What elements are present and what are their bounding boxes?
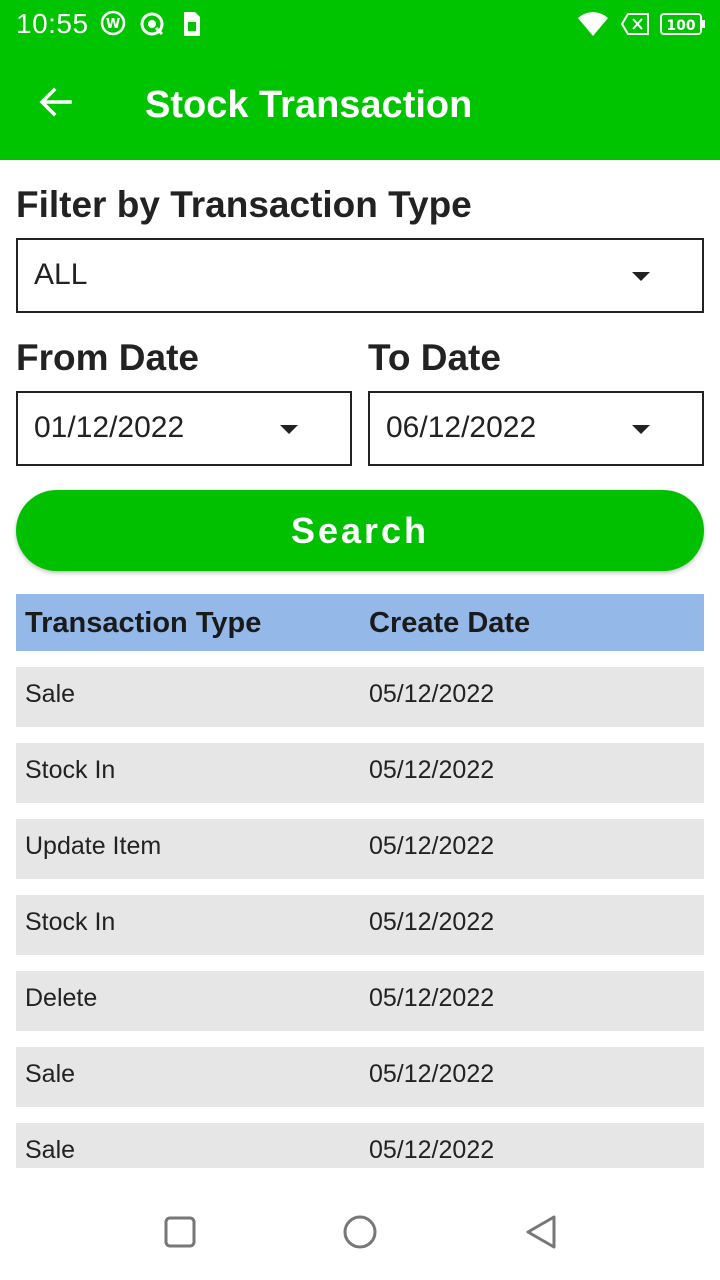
status-bar: 10:55 W 100	[0, 0, 720, 48]
app-bar: Stock Transaction	[0, 48, 720, 160]
table-row[interactable]: Stock In 05/12/2022	[16, 743, 704, 803]
filter-label: Filter by Transaction Type	[16, 184, 472, 225]
chevron-down-icon	[280, 425, 298, 434]
table-header: Transaction Type Create Date	[16, 594, 704, 651]
search-button[interactable]: Search	[16, 490, 704, 571]
arrow-left-icon	[38, 84, 74, 125]
create-date-cell: 05/12/2022	[369, 984, 495, 1012]
transaction-type-cell: Stock In	[25, 908, 116, 936]
vpn-icon: W	[100, 10, 126, 41]
sync-icon	[138, 10, 166, 43]
chevron-down-icon	[632, 272, 650, 281]
to-date-label: To Date	[368, 337, 501, 378]
no-sim-icon	[620, 12, 650, 41]
transaction-type-cell: Stock In	[25, 756, 116, 784]
back-button[interactable]	[28, 76, 84, 132]
transaction-type-cell: Sale	[25, 1060, 76, 1088]
transaction-type-cell: Update Item	[25, 832, 162, 860]
column-header-transaction-type: Transaction Type	[25, 607, 262, 639]
create-date-cell: 05/12/2022	[369, 1060, 495, 1088]
system-nav-bar	[0, 1184, 720, 1280]
create-date-cell: 05/12/2022	[369, 680, 495, 708]
triangle-back-icon	[526, 1215, 556, 1249]
column-header-create-date: Create Date	[369, 607, 531, 639]
battery-level: 100	[666, 18, 695, 34]
status-time: 10:55	[16, 8, 89, 39]
recent-apps-button[interactable]	[160, 1212, 200, 1252]
page-title: Stock Transaction	[145, 84, 473, 126]
home-button[interactable]	[340, 1212, 380, 1252]
wifi-icon	[576, 8, 610, 43]
sim-card-icon	[182, 10, 202, 43]
create-date-cell: 05/12/2022	[369, 908, 495, 936]
from-date-label: From Date	[16, 337, 199, 378]
transaction-type-value: ALL	[34, 258, 88, 291]
to-date-value: 06/12/2022	[386, 411, 537, 444]
table-row[interactable]: Delete 05/12/2022	[16, 971, 704, 1031]
chevron-down-icon	[632, 425, 650, 434]
transaction-type-dropdown[interactable]: ALL	[16, 238, 704, 313]
svg-text:W: W	[106, 17, 120, 32]
back-nav-button[interactable]	[520, 1212, 560, 1252]
battery-icon: 100	[660, 12, 706, 41]
circle-icon	[343, 1215, 377, 1249]
table-row[interactable]: Sale 05/12/2022	[16, 1123, 704, 1168]
create-date-cell: 05/12/2022	[369, 1136, 495, 1164]
table-row[interactable]: Sale 05/12/2022	[16, 667, 704, 727]
table-row[interactable]: Update Item 05/12/2022	[16, 819, 704, 879]
transaction-type-cell: Delete	[25, 984, 98, 1012]
table-row[interactable]: Sale 05/12/2022	[16, 1047, 704, 1107]
to-date-picker[interactable]: 06/12/2022	[368, 391, 704, 466]
create-date-cell: 05/12/2022	[369, 756, 495, 784]
table-row[interactable]: Stock In 05/12/2022	[16, 895, 704, 955]
transaction-type-cell: Sale	[25, 1136, 76, 1164]
transaction-list[interactable]: Sale 05/12/2022 Stock In 05/12/2022 Upda…	[16, 667, 704, 1168]
create-date-cell: 05/12/2022	[369, 832, 495, 860]
from-date-value: 01/12/2022	[34, 411, 185, 444]
square-icon	[164, 1216, 196, 1248]
from-date-picker[interactable]: 01/12/2022	[16, 391, 352, 466]
transaction-type-cell: Sale	[25, 680, 76, 708]
